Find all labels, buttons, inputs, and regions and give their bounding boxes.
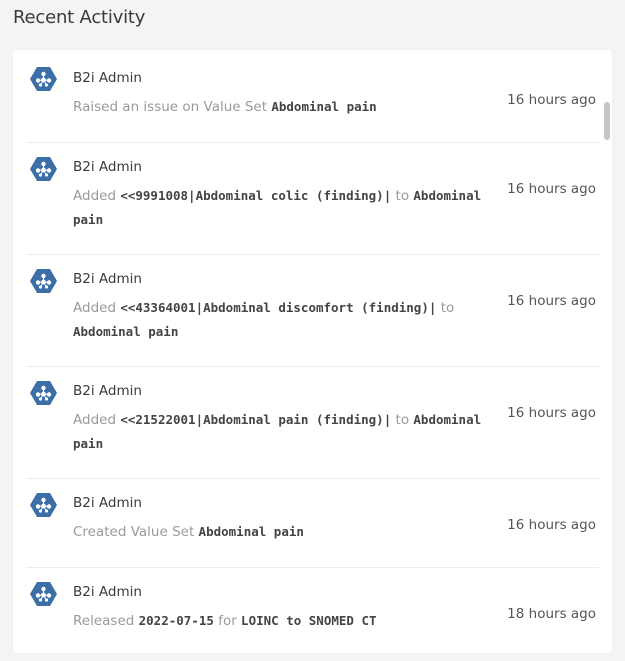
user-avatar-icon: [30, 493, 57, 517]
activity-target-link[interactable]: Abdominal pain: [73, 324, 178, 339]
user-avatar-icon: [30, 582, 57, 606]
page-title: Recent Activity: [13, 7, 146, 28]
activity-user[interactable]: B2i Admin: [73, 158, 493, 176]
activity-user[interactable]: B2i Admin: [73, 494, 493, 512]
activity-time: 16 hours ago: [507, 181, 596, 197]
user-avatar-icon: [30, 381, 57, 405]
activity-feed: B2i Admin Raised an issue on Value Set A…: [13, 50, 612, 653]
activity-description: Created Value Set Abdominal pain: [73, 520, 493, 544]
activity-connector: to: [395, 188, 410, 204]
activity-action: Created Value Set: [73, 524, 195, 540]
activity-description: Added <<9991008|Abdominal colic (finding…: [73, 184, 493, 232]
activity-action: Added: [73, 300, 117, 316]
activity-action: Added: [73, 412, 117, 428]
activity-row: B2i Admin Released 2022-07-15 for LOINC …: [26, 568, 599, 653]
activity-card: B2i Admin Raised an issue on Value Set A…: [13, 50, 612, 653]
activity-user[interactable]: B2i Admin: [73, 583, 493, 601]
activity-code-link[interactable]: <<9991008|Abdominal colic (finding)|: [120, 188, 391, 203]
activity-target-link[interactable]: LOINC to SNOMED CT: [241, 613, 376, 628]
activity-connector: to: [440, 300, 455, 316]
activity-time: 16 hours ago: [507, 293, 596, 309]
activity-row: B2i Admin Added <<43364001|Abdominal dis…: [26, 255, 599, 367]
activity-user[interactable]: B2i Admin: [73, 69, 493, 87]
user-avatar-icon: [30, 67, 57, 91]
activity-row: B2i Admin Created Value Set Abdominal pa…: [26, 479, 599, 568]
activity-description: Raised an issue on Value Set Abdominal p…: [73, 95, 493, 119]
activity-description: Added <<21522001|Abdominal pain (finding…: [73, 408, 493, 456]
activity-target-link[interactable]: Abdominal pain: [199, 524, 304, 539]
activity-connector: for: [218, 613, 237, 629]
activity-time: 16 hours ago: [507, 517, 596, 533]
activity-connector: to: [395, 412, 410, 428]
activity-action: Raised an issue on Value Set: [73, 99, 268, 115]
user-avatar-icon: [30, 157, 57, 181]
activity-time: 16 hours ago: [507, 405, 596, 421]
activity-action: Released: [73, 613, 135, 629]
activity-code-link[interactable]: <<43364001|Abdominal discomfort (finding…: [120, 300, 436, 315]
activity-version-link[interactable]: 2022-07-15: [139, 613, 214, 628]
activity-row: B2i Admin Raised an issue on Value Set A…: [26, 50, 599, 143]
user-avatar-icon: [30, 269, 57, 293]
activity-code-link[interactable]: <<21522001|Abdominal pain (finding)|: [120, 412, 391, 427]
activity-row: B2i Admin Added <<21522001|Abdominal pai…: [26, 367, 599, 479]
activity-user[interactable]: B2i Admin: [73, 382, 493, 400]
activity-target-link[interactable]: Abdominal pain: [271, 99, 376, 114]
activity-user[interactable]: B2i Admin: [73, 270, 493, 288]
activity-time: 18 hours ago: [507, 606, 596, 622]
activity-row: B2i Admin Added <<9991008|Abdominal coli…: [26, 143, 599, 255]
activity-description: Added <<43364001|Abdominal discomfort (f…: [73, 296, 493, 344]
activity-description: Released 2022-07-15 for LOINC to SNOMED …: [73, 609, 493, 633]
activity-action: Added: [73, 188, 117, 204]
activity-time: 16 hours ago: [507, 92, 596, 108]
